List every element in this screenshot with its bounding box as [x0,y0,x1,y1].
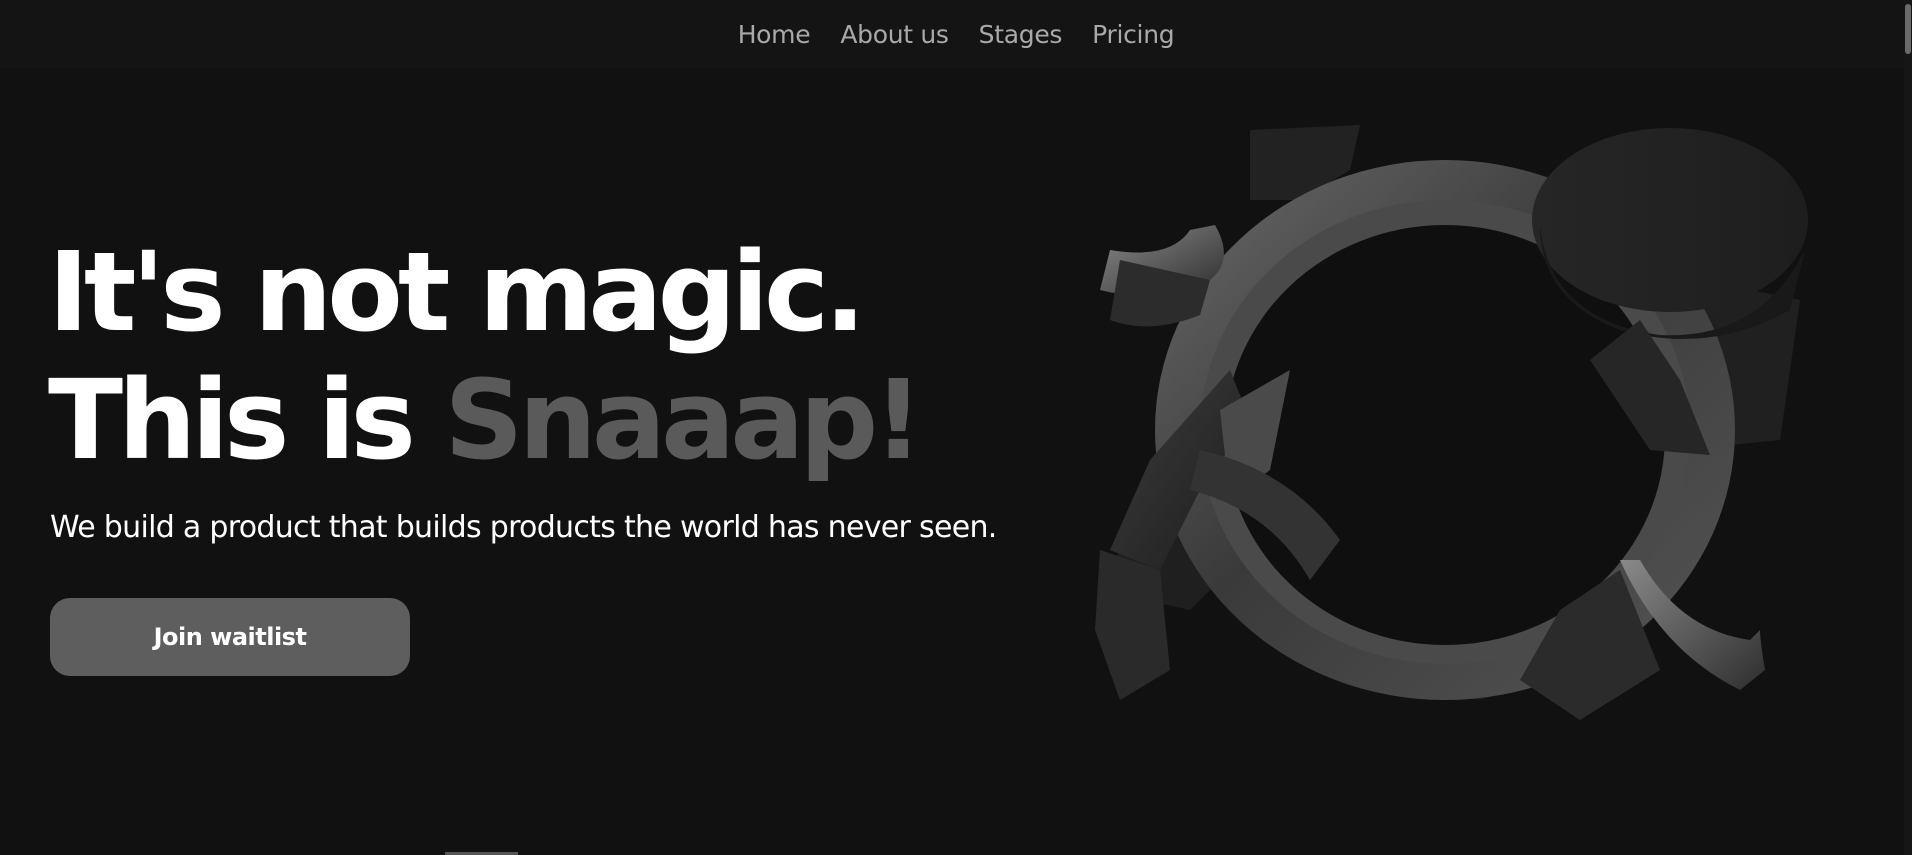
nav-pricing[interactable]: Pricing [1092,20,1174,49]
hero-line-2: This is Snaaap! [48,356,923,484]
hero-3d-ring-illustration [1095,125,1808,720]
vertical-scrollbar[interactable] [1904,0,1912,855]
nav-about-us[interactable]: About us [840,20,949,49]
nav-stages[interactable]: Stages [979,20,1063,49]
hero-title: It's not magic. This is Snaaap! [48,228,923,484]
brand-accent-text: Snaaap! [444,356,923,484]
geometric-block [1095,550,1170,700]
nav-home[interactable]: Home [738,20,811,49]
top-nav: Home About us Stages Pricing [0,0,1912,68]
hero-line-1: It's not magic. [48,228,866,356]
hero-line-2-prefix: This is [48,356,445,484]
hero-subtitle: We build a product that builds products … [50,510,997,545]
scrollbar-thumb[interactable] [1905,4,1911,54]
disc-shape [1532,128,1808,312]
join-waitlist-button[interactable]: Join waitlist [50,598,410,676]
